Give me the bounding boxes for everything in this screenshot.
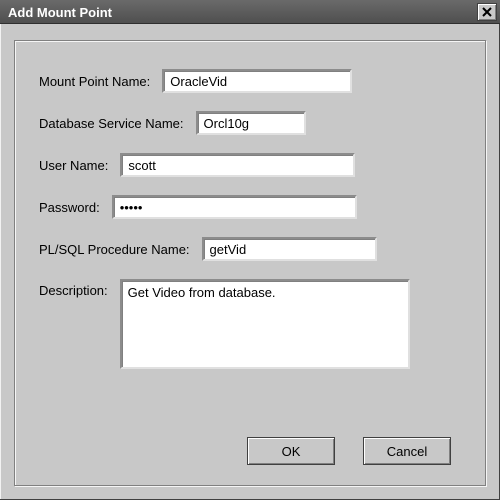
label-description: Description: — [39, 279, 108, 298]
db-service-input[interactable] — [196, 111, 306, 135]
label-proc-name: PL/SQL Procedure Name: — [39, 242, 190, 257]
title-bar: Add Mount Point — [0, 0, 500, 24]
ok-button[interactable]: OK — [247, 437, 335, 465]
close-icon — [482, 7, 492, 17]
dialog-window: Add Mount Point Mount Point Name: Databa… — [0, 0, 500, 500]
password-input[interactable] — [112, 195, 357, 219]
close-button[interactable] — [477, 3, 497, 21]
row-user-name: User Name: — [39, 153, 461, 177]
client-area: Mount Point Name: Database Service Name:… — [14, 40, 486, 486]
cancel-button[interactable]: Cancel — [363, 437, 451, 465]
row-description: Description: — [39, 279, 461, 369]
label-mount-point: Mount Point Name: — [39, 74, 150, 89]
row-db-service: Database Service Name: — [39, 111, 461, 135]
label-password: Password: — [39, 200, 100, 215]
user-name-input[interactable] — [120, 153, 355, 177]
button-bar: OK Cancel — [15, 437, 485, 465]
label-db-service: Database Service Name: — [39, 116, 184, 131]
description-input[interactable] — [120, 279, 410, 369]
row-proc-name: PL/SQL Procedure Name: — [39, 237, 461, 261]
label-user-name: User Name: — [39, 158, 108, 173]
proc-name-input[interactable] — [202, 237, 377, 261]
window-title: Add Mount Point — [8, 5, 112, 20]
mount-point-input[interactable] — [162, 69, 352, 93]
row-mount-point: Mount Point Name: — [39, 69, 461, 93]
row-password: Password: — [39, 195, 461, 219]
